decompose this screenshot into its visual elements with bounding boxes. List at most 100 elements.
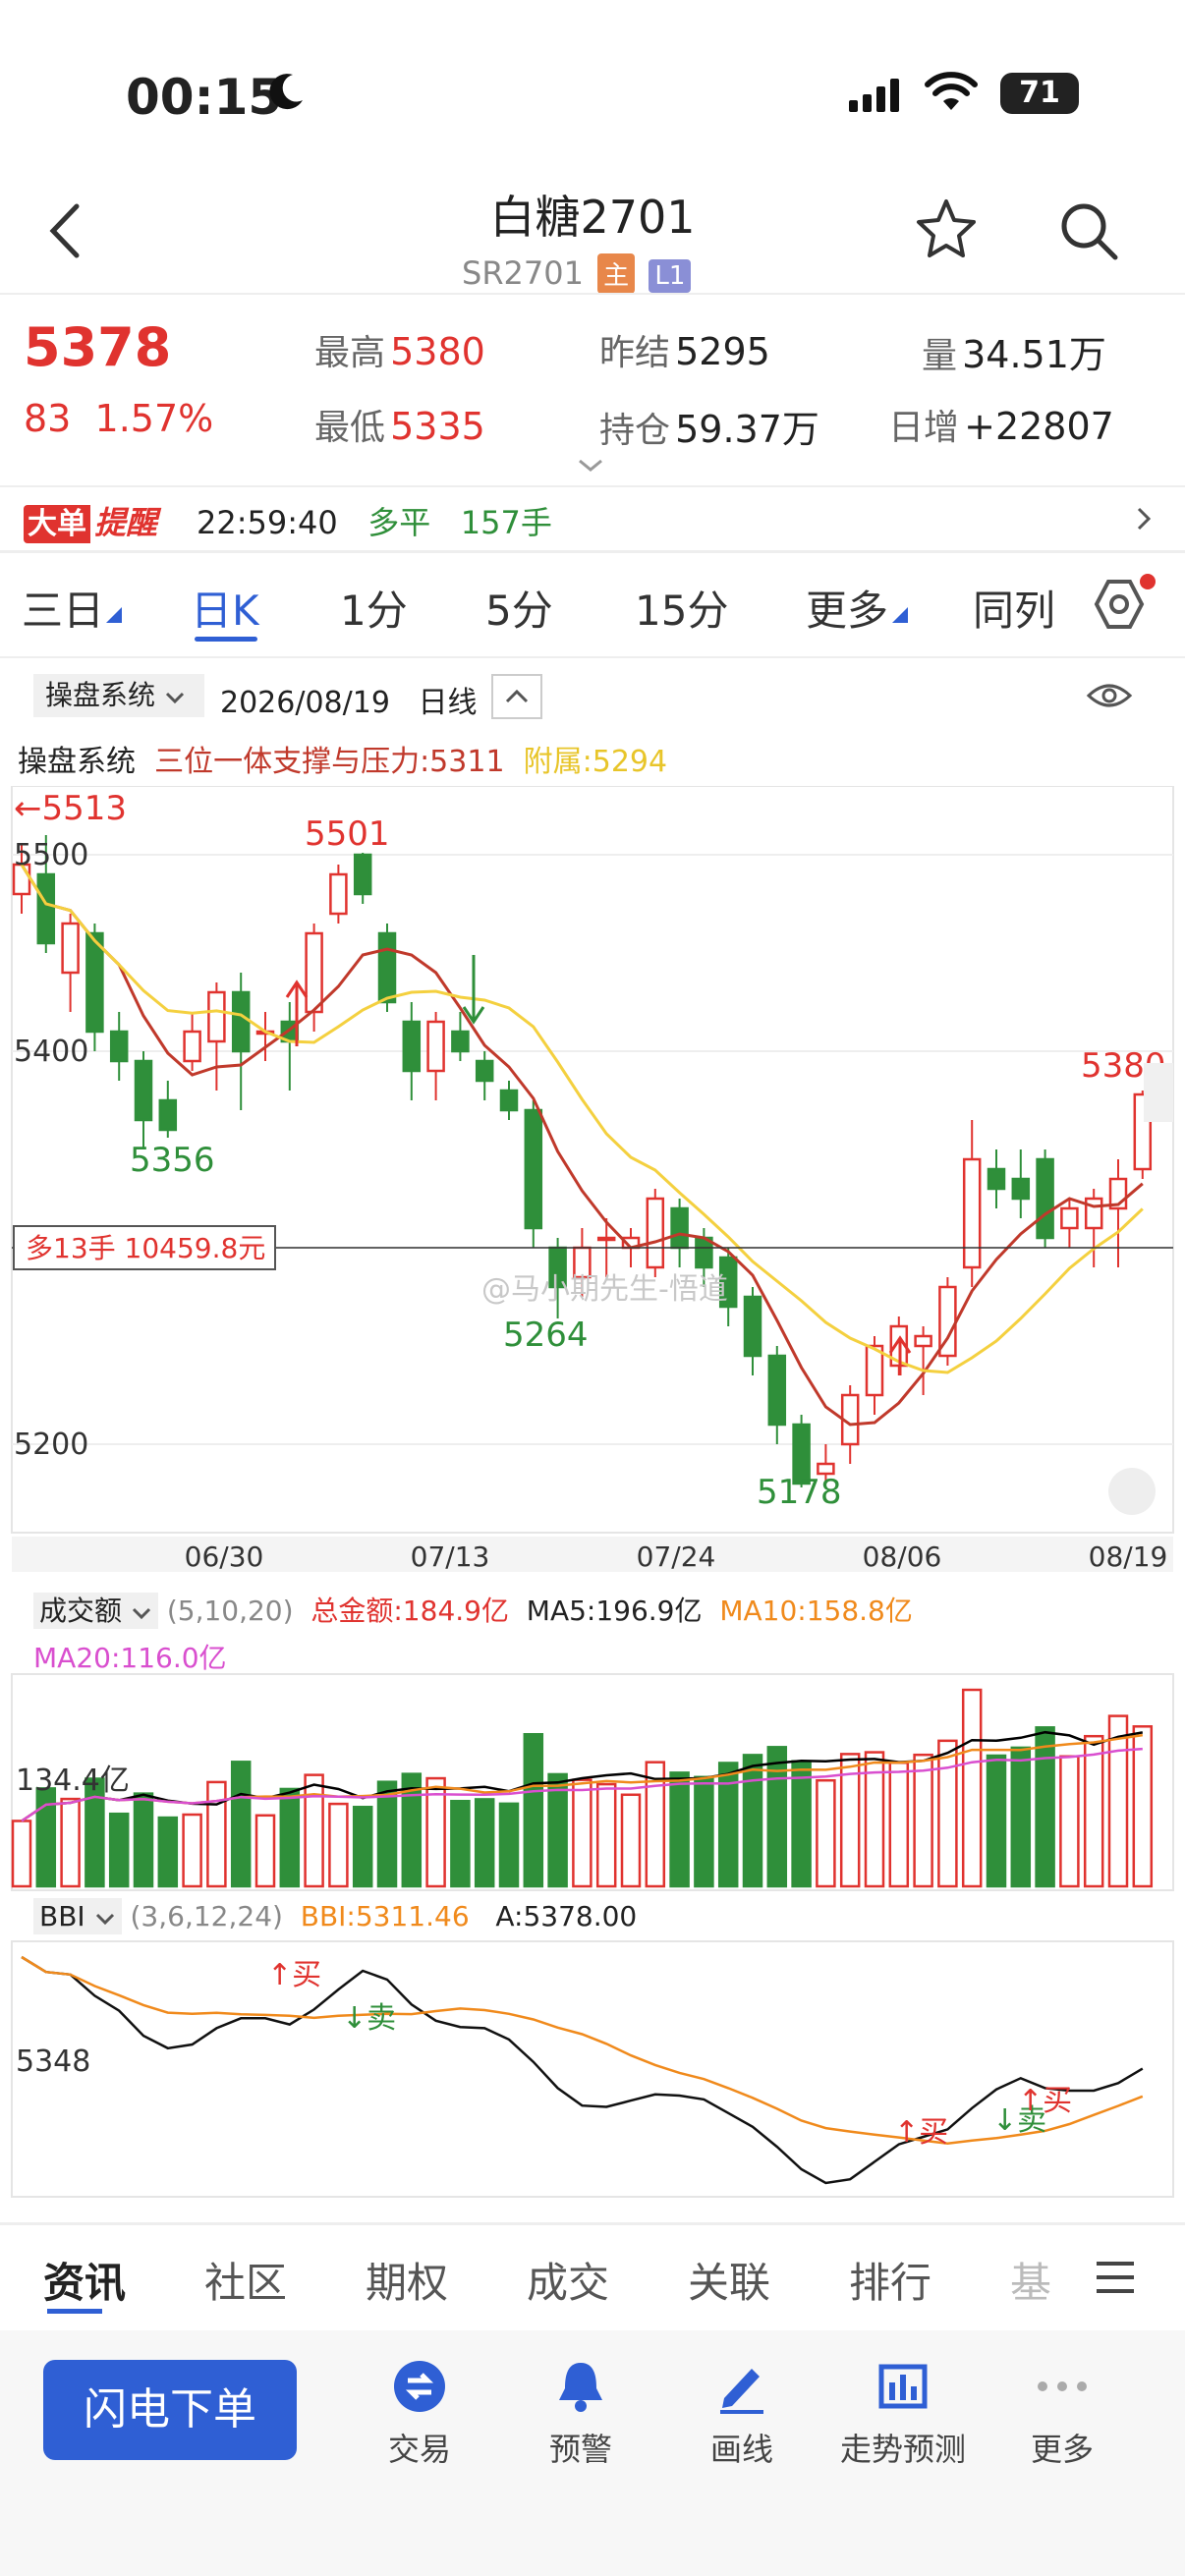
book-chart-icon xyxy=(878,2364,928,2409)
cellular-signal-icon xyxy=(849,79,899,112)
system-dropdown[interactable]: 操盘系统 xyxy=(33,674,204,717)
right-edge-handle[interactable] xyxy=(1144,1063,1173,1122)
volume-ma10: MA10:158.8亿 xyxy=(719,1595,913,1627)
volume-bar xyxy=(230,1761,252,1888)
tab-ranking[interactable]: 排行 xyxy=(849,2250,931,2310)
tab-news[interactable]: 资讯 xyxy=(43,2250,126,2310)
y-tick-label: 5200 xyxy=(14,1428,88,1462)
volume-bar xyxy=(60,1797,81,1888)
fullscreen-icon[interactable] xyxy=(1108,1468,1156,1515)
volume-chart[interactable]: 134.4亿 xyxy=(0,1670,1185,1892)
bbi-chart[interactable]: 5348 ↑买 ↓卖 ↑买 ↓卖 ↑买 xyxy=(0,1937,1185,2199)
candle-body xyxy=(36,872,56,945)
high-value: 5380 xyxy=(390,330,485,373)
annotation-high: 5501 xyxy=(305,814,390,854)
contract-subtitle: SR2701 主 L1 xyxy=(462,253,692,294)
candle-body xyxy=(475,1059,494,1083)
candle-body xyxy=(158,1098,178,1132)
indicator-legend: 操盘系统 三位一体支撑与压力:5311 附属:5294 xyxy=(18,737,667,780)
trade-button[interactable]: 交易 xyxy=(336,2356,503,2470)
quick-order-button[interactable]: 闪电下单 xyxy=(43,2360,297,2460)
y-tick-label: 5500 xyxy=(14,838,88,872)
menu-icon[interactable] xyxy=(1095,2260,1136,2295)
level1-tag: L1 xyxy=(649,259,692,293)
tab-more[interactable]: 更多 xyxy=(806,578,888,638)
buy-signal: ↑买 xyxy=(894,2115,948,2150)
candle-body xyxy=(329,872,348,916)
candle-body xyxy=(207,990,226,1043)
chart-settings-icon[interactable] xyxy=(1091,574,1156,635)
chevron-up-icon xyxy=(505,689,529,703)
volume-dropdown-label: 成交额 xyxy=(39,1595,123,1627)
candle-body xyxy=(1011,1177,1031,1201)
tab-1min[interactable]: 1分 xyxy=(340,578,408,638)
x-axis-labels: 06/30 07/13 07/24 08/06 08/19 xyxy=(12,1537,1173,1572)
y-tick-label: 5400 xyxy=(14,1035,88,1069)
tab-same-list[interactable]: 同列 xyxy=(973,578,1055,638)
tab-options[interactable]: 期权 xyxy=(366,2250,448,2310)
position-field: 持仓 59.37万 xyxy=(599,399,819,453)
volume-bar xyxy=(816,1778,836,1888)
candle-body xyxy=(743,1295,762,1358)
favorite-star-icon[interactable] xyxy=(914,196,979,261)
volume-bar xyxy=(108,1812,130,1888)
volume-total: 总金额:184.9亿 xyxy=(310,1595,509,1627)
tab-daily-k[interactable]: 日K xyxy=(191,578,259,638)
pen-icon xyxy=(720,2369,763,2414)
draw-line-button[interactable]: 画线 xyxy=(658,2356,825,2470)
x-tick-label: 07/13 xyxy=(411,1540,490,1572)
expand-chevron-icon[interactable] xyxy=(576,458,605,474)
daily-increase-value: +22807 xyxy=(964,405,1114,448)
chart-period: 日线 xyxy=(418,686,478,720)
change-value: 83 xyxy=(24,397,72,440)
annotation-low3: 5178 xyxy=(757,1473,842,1512)
tab-community[interactable]: 社区 xyxy=(204,2250,287,2310)
candle-body xyxy=(183,1030,201,1063)
candle-body xyxy=(353,853,372,896)
volume-bar xyxy=(254,1814,276,1888)
trend-forecast-button[interactable]: 走势预测 xyxy=(819,2356,987,2470)
big-order-alert[interactable]: 22:59:40 多平 157手 xyxy=(197,498,552,543)
volume-bar xyxy=(206,1780,227,1888)
draw-line-label: 画线 xyxy=(709,2431,773,2468)
eye-icon[interactable] xyxy=(1086,680,1133,711)
active-tab-underline xyxy=(47,2309,102,2314)
candle-body xyxy=(596,1236,616,1242)
volume-field: 量 34.51万 xyxy=(922,324,1106,378)
volume-dropdown[interactable]: 成交额 xyxy=(33,1593,158,1629)
bbi-line xyxy=(21,1955,1144,2145)
watermark: @马小期先生-悟道 xyxy=(481,1272,728,1307)
indicator-support: 三位一体支撑与压力:5311 xyxy=(154,745,505,779)
volume-params: (5,10,20) xyxy=(166,1595,294,1627)
change-percent: 1.57% xyxy=(94,397,214,440)
alert-qty: 157手 xyxy=(460,504,552,541)
tab-related[interactable]: 关联 xyxy=(688,2250,770,2310)
volume-bar xyxy=(1083,1734,1104,1888)
page-title: 白糖2701 xyxy=(489,191,696,244)
chevron-right-icon[interactable] xyxy=(1134,505,1154,532)
position-label: 持仓 xyxy=(599,411,671,451)
tab-basics[interactable]: 基 xyxy=(1010,2250,1051,2310)
main-contract-tag: 主 xyxy=(597,253,636,294)
search-icon[interactable] xyxy=(1056,198,1121,263)
candle-body xyxy=(646,1197,665,1269)
position-value: 59.37万 xyxy=(675,408,819,451)
tab-15min[interactable]: 15分 xyxy=(635,578,728,638)
tab-trades[interactable]: 成交 xyxy=(527,2250,609,2310)
candle-body xyxy=(61,922,80,975)
volume-value: 34.51万 xyxy=(962,333,1106,376)
x-tick-label: 08/19 xyxy=(1089,1540,1168,1572)
kline-chart[interactable]: 5500540053005200 多13手 10459.8元 @马小期先生-悟道… xyxy=(0,786,1185,1572)
dropdown-triangle-icon xyxy=(892,607,908,623)
more-label: 更多 xyxy=(1030,2431,1094,2468)
tab-three-day[interactable]: 三日 xyxy=(22,578,104,638)
more-button[interactable]: 更多 xyxy=(979,2356,1146,2470)
volume-bar xyxy=(352,1806,373,1888)
collapse-button[interactable] xyxy=(491,674,542,719)
alert-button[interactable]: 预警 xyxy=(497,2356,664,2470)
tab-5min[interactable]: 5分 xyxy=(485,578,553,638)
big-order-badge[interactable]: 大单 提醒 xyxy=(24,498,157,543)
chevron-down-icon xyxy=(95,1913,114,1926)
volume-bar xyxy=(157,1816,179,1888)
bbi-dropdown[interactable]: BBI xyxy=(33,1898,122,1934)
